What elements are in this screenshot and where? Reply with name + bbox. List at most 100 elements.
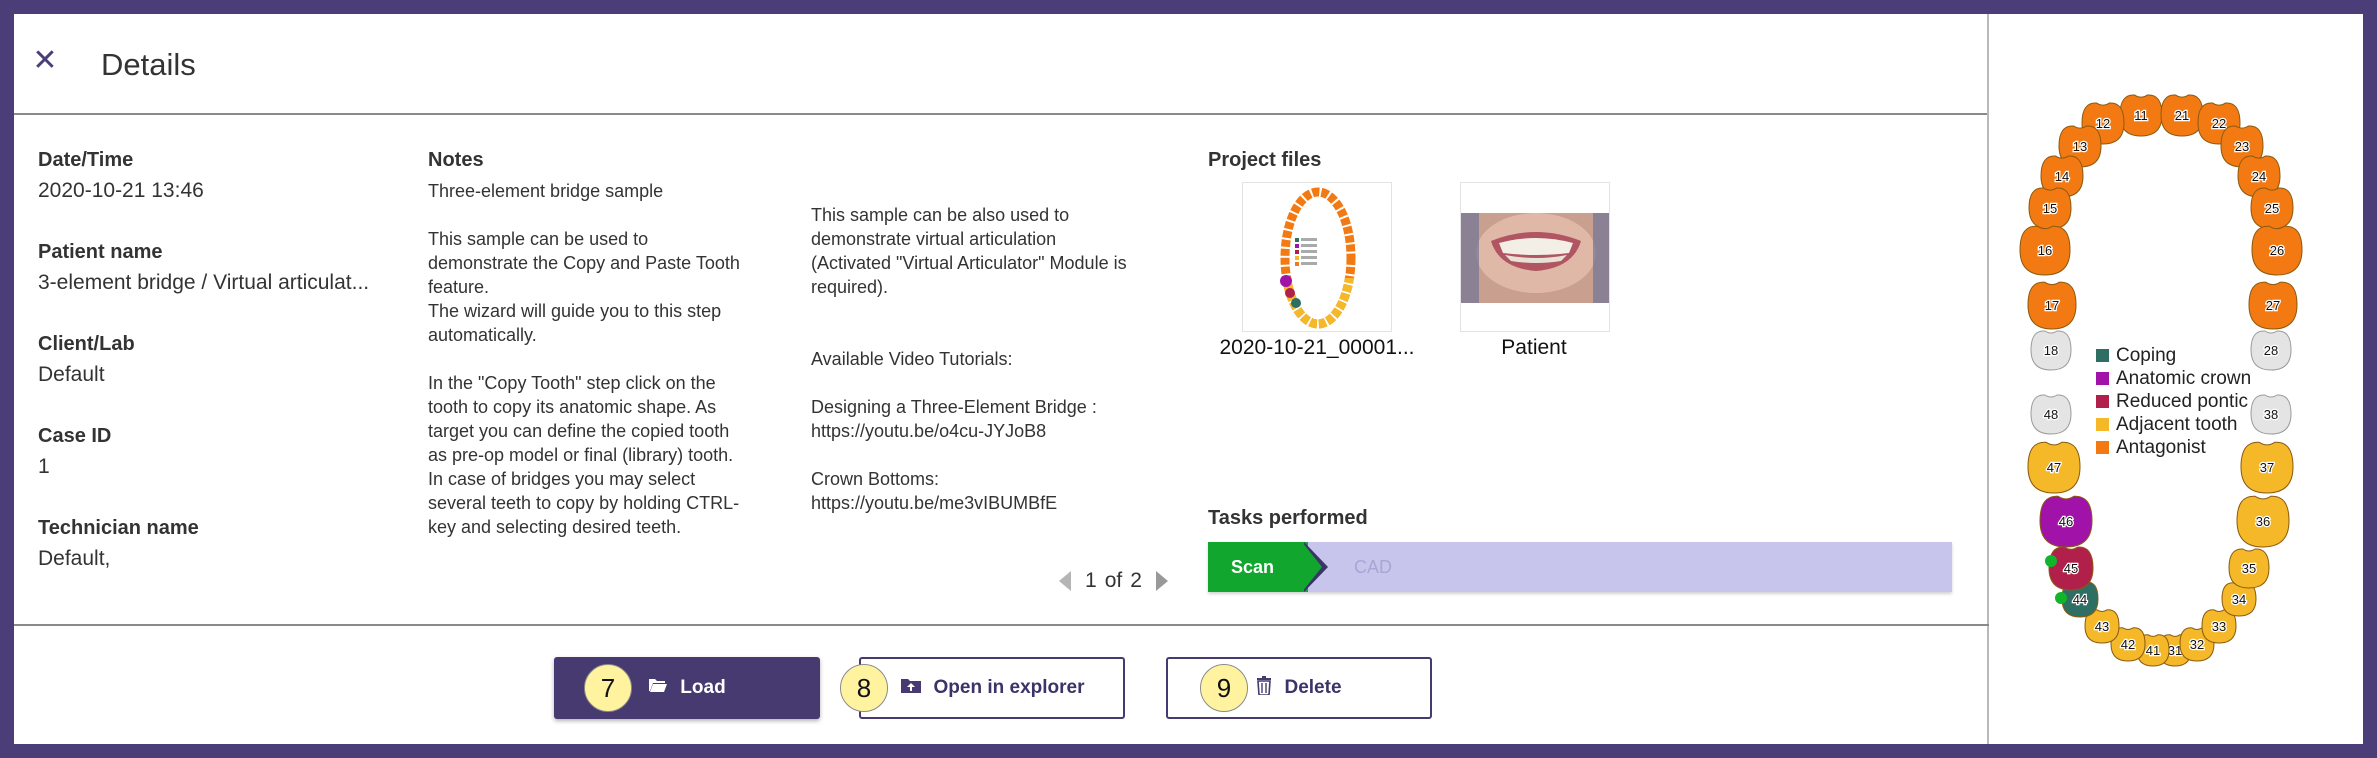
tooth-47[interactable]: 47 [2027,441,2081,494]
tooth-48[interactable]: 48 [2030,394,2072,435]
legend-swatch [2096,441,2109,454]
legend-label: Reduced pontic [2116,391,2249,412]
task-scan-step: Scan [1208,542,1308,592]
next-page-icon[interactable] [1155,571,1168,591]
tooth-chart-legend: Coping Anatomic crown Reduced pontic Adjace… [2096,344,2251,459]
tasks-progress: Scan CAD [1208,542,1952,592]
legend-item: Anatomic crown [2096,367,2251,390]
technician-label: Technician name [38,517,199,539]
tooth-21[interactable]: 21 [2160,94,2204,137]
tooth-number: 26 [2270,243,2284,258]
notes-pager: 1 of 2 [1059,569,1168,593]
step-badge: 9 [1200,664,1248,712]
legend-swatch [2096,395,2109,408]
step-badge: 8 [840,664,888,712]
page-title: Details [101,47,196,82]
tooth-number: 42 [2121,637,2135,652]
pager-of: of [1104,569,1123,592]
patient-photo-thumbnail[interactable] [1460,182,1610,332]
tooth-27[interactable]: 27 [2248,281,2298,330]
date-field: Date/Time 2020-10-21 13:46 [38,146,408,208]
tooth-number: 45 [2064,561,2078,576]
tooth-16[interactable]: 16 [2019,225,2071,276]
tooth-26[interactable]: 26 [2251,225,2303,276]
tooth-number: 35 [2242,561,2256,576]
details-main: ✕ Details Date/Time 2020-10-21 13:46 Pat… [14,14,1989,744]
tooth-number: 24 [2252,169,2266,184]
tooth-15[interactable]: 15 [2028,187,2072,230]
tooth-number: 36 [2256,514,2270,529]
tooth-45[interactable]: 45 [2048,546,2094,591]
tooth-number: 44 [2073,592,2087,607]
task-cad-step: CAD [1354,557,1393,577]
legend-label: Anatomic crown [2116,368,2252,389]
tooth-number: 34 [2232,592,2246,607]
tooth-number: 37 [2260,460,2274,475]
legend-label: Coping [2116,345,2177,366]
tooth-number: 25 [2265,201,2279,216]
client-label: Client/Lab [38,333,135,355]
open-in-explorer-label: Open in explorer [933,677,1085,698]
patient-caption: Patient [1501,336,1567,359]
client-field: Client/Lab Default [38,330,408,392]
tooth-number: 14 [2055,169,2069,184]
details-panel: ✕ Details Date/Time 2020-10-21 13:46 Pat… [14,14,2363,744]
legend-item: Reduced pontic [2096,390,2251,413]
tooth-number: 13 [2073,139,2087,154]
tooth-number: 48 [2044,407,2058,422]
details-header: ✕ Details [14,14,1987,115]
legend-item: Adjacent tooth [2096,413,2251,436]
tooth-17[interactable]: 17 [2027,281,2077,330]
tooth-number: 16 [2038,243,2052,258]
tooth-number: 21 [2175,108,2189,123]
case-id-label: Case ID [38,425,112,447]
legend-swatch [2096,372,2109,385]
legend-swatch [2096,418,2109,431]
tooth-number: 32 [2190,637,2204,652]
pager-total: 2 [1130,569,1142,592]
legend-item: Coping [2096,344,2251,367]
tooth-38[interactable]: 38 [2250,394,2292,435]
tasks-title: Tasks performed [1208,507,1368,529]
tooth-number: 28 [2264,343,2278,358]
project-files-title: Project files [1208,149,1322,171]
tooth-number: 12 [2096,116,2110,131]
bridge-connector [2055,592,2067,604]
tooth-number: 27 [2266,298,2280,313]
trash-icon [1256,675,1272,701]
tooth-number: 41 [2146,643,2160,658]
technician-value: Default, [38,547,111,570]
tooth-25[interactable]: 25 [2250,187,2294,230]
tooth-number: 38 [2264,407,2278,422]
bridge-connector [2045,555,2057,567]
close-icon[interactable]: ✕ [31,46,59,76]
tooth-number: 33 [2212,619,2226,634]
notes-title: Notes [428,149,484,171]
tooth-36[interactable]: 36 [2236,495,2290,548]
open-in-explorer-button[interactable]: Open in explorer [859,657,1125,719]
patient-value: 3-element bridge / Virtual articulat... [38,271,370,294]
tooth-11[interactable]: 11 [2119,94,2163,137]
patient-photo-icon [1461,213,1609,303]
case-info: Date/Time 2020-10-21 13:46 Patient name … [38,146,408,606]
project-file-caption: 2020-10-21_00001... [1219,336,1415,359]
tooth-35[interactable]: 35 [2228,548,2270,589]
legend-label: Antagonist [2116,437,2206,458]
legend-swatch [2096,349,2109,362]
folder-open-icon [648,677,668,699]
delete-label: Delete [1284,677,1342,698]
step-badge: 7 [584,664,632,712]
case-id-field: Case ID 1 [38,422,408,484]
tooth-number: 43 [2095,619,2109,634]
technician-field: Technician name Default, [38,514,408,576]
prev-page-icon[interactable] [1059,571,1071,591]
tooth-18[interactable]: 18 [2030,330,2072,371]
tooth-number: 23 [2235,139,2249,154]
tooth-28[interactable]: 28 [2250,330,2292,371]
pager-current: 1 [1085,569,1097,592]
date-value: 2020-10-21 13:46 [38,179,204,202]
project-file-thumbnail[interactable] [1242,182,1392,332]
tooth-46[interactable]: 46 [2039,495,2093,548]
load-label: Load [680,677,726,698]
tooth-number: 46 [2059,514,2073,529]
